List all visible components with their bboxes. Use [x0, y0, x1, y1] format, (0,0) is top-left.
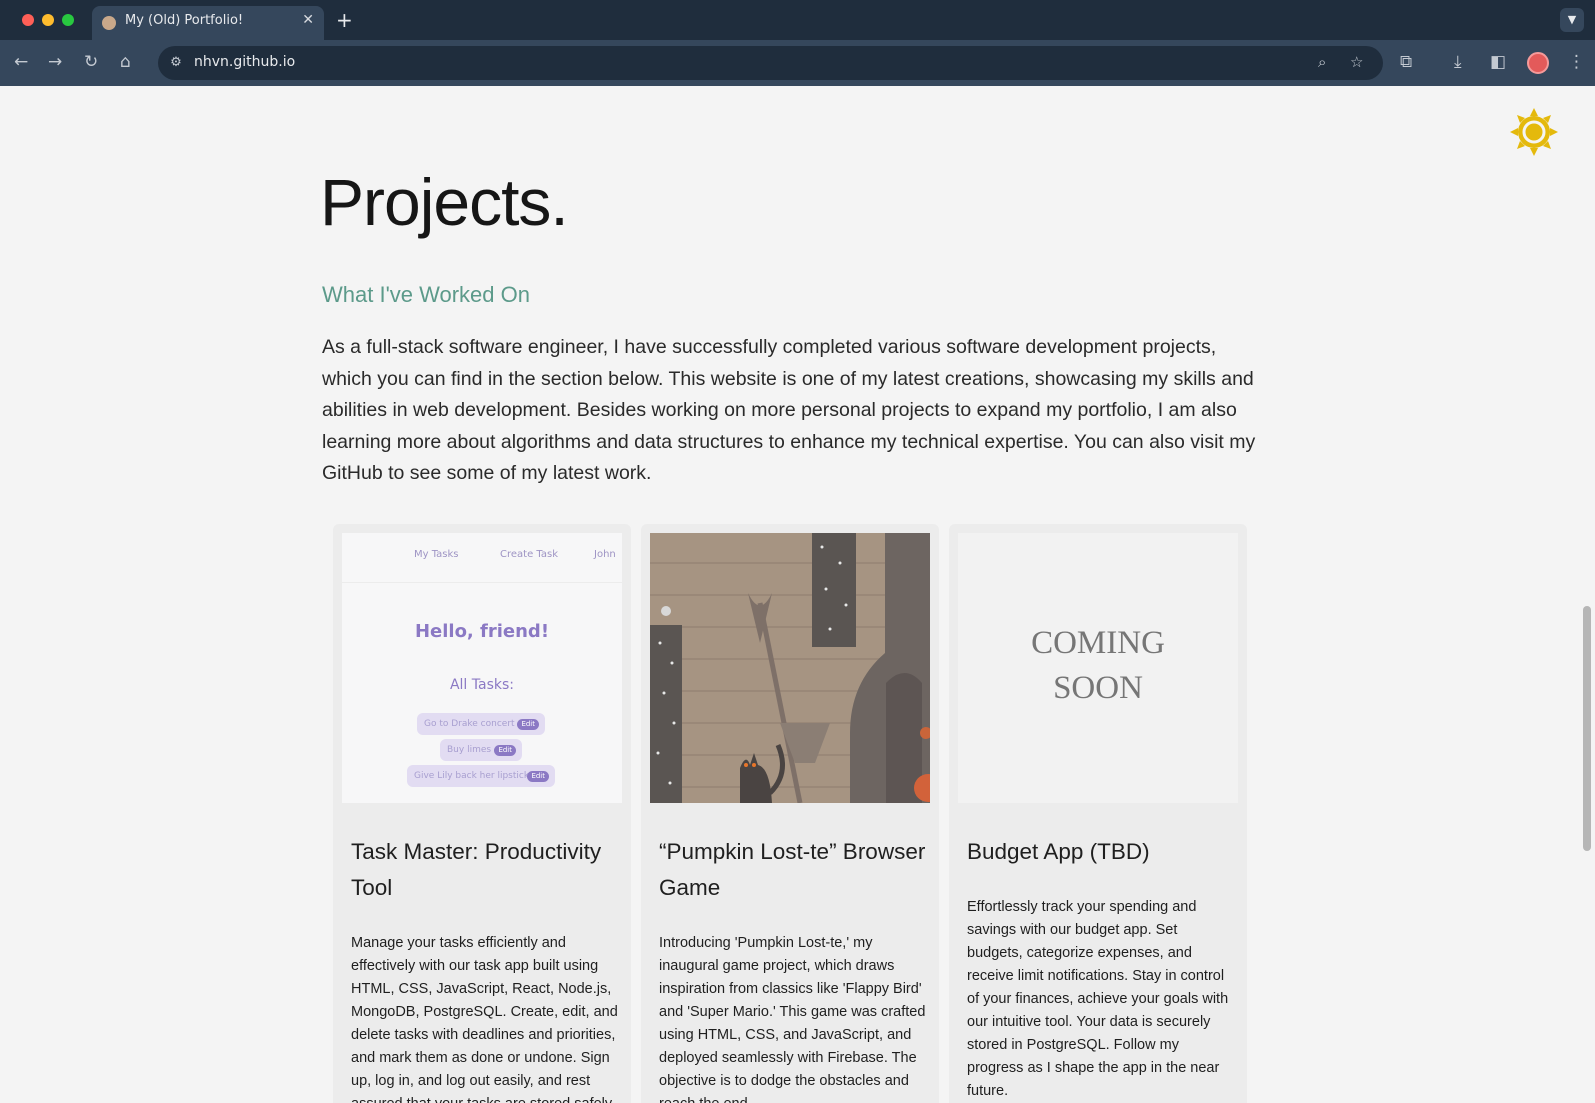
site-settings-icon[interactable]: ⚙ [166, 53, 186, 73]
forward-icon[interactable]: → [48, 52, 62, 72]
tab-title: My (Old) Portfolio! [125, 13, 244, 28]
close-window-button[interactable] [22, 14, 34, 26]
reload-icon[interactable]: ↻ [84, 52, 98, 72]
maximize-window-button[interactable] [62, 14, 74, 26]
download-icon[interactable]: ⤓ [1454, 52, 1462, 72]
project-description: Introducing 'Pumpkin Lost-te,' my inaugu… [659, 935, 926, 1103]
project-title: Task Master: Productivity Tool [351, 839, 602, 900]
preview-nav-item: Create Task [500, 549, 558, 560]
section-subtitle: What I've Worked On [322, 282, 530, 307]
back-icon[interactable]: ← [14, 52, 28, 72]
task-master-preview-image: My Tasks Create Task John Hello, friend!… [342, 533, 622, 803]
preview-edit-badge: Edit [527, 771, 549, 782]
theme-toggle-sun-icon[interactable] [1508, 106, 1560, 158]
tab-search-icon[interactable]: ▼ [1560, 8, 1584, 32]
close-tab-icon[interactable]: ✕ [302, 12, 314, 28]
project-title: “Pumpkin Lost-te” Browser Game [659, 839, 926, 900]
preview-task-item: Give Lily back her lipstick Edit [407, 765, 555, 787]
project-card-budget-app[interactable]: COMING SOON Budget App (TBD) Effortlessl… [949, 524, 1247, 1103]
favicon-icon [102, 16, 116, 30]
minimize-window-button[interactable] [42, 14, 54, 26]
home-icon[interactable]: ⌂ [120, 52, 131, 72]
side-panel-icon[interactable]: ◧ [1490, 52, 1506, 72]
more-menu-icon[interactable]: ⋮ [1568, 52, 1585, 72]
preview-nav-item: John [594, 549, 616, 560]
preview-nav-item: My Tasks [414, 549, 459, 560]
pumpkin-game-preview-image [650, 533, 930, 803]
project-title: Budget App (TBD) [967, 839, 1150, 864]
browser-titlebar: My (Old) Portfolio! ✕ + ▼ [0, 0, 1595, 40]
browser-tab[interactable]: My (Old) Portfolio! ✕ [92, 6, 324, 40]
page-viewport: Projects. What I've Worked On As a full-… [0, 86, 1595, 1103]
project-description: Effortlessly track your spending and sav… [967, 899, 1229, 1099]
extensions-icon[interactable]: ⧉ [1400, 52, 1412, 72]
preview-edit-badge: Edit [517, 719, 539, 730]
preview-task-item: Buy limes Edit [440, 739, 522, 761]
page-scrollbar[interactable] [1583, 606, 1591, 851]
address-bar[interactable]: ⚙ nhvn.github.io ⌕ ☆ [158, 46, 1383, 80]
preview-list-title: All Tasks: [449, 677, 515, 693]
page-title: Projects. [320, 165, 569, 239]
new-tab-icon[interactable]: + [336, 8, 353, 32]
preview-task-item: Go to Drake concert Edit [417, 713, 545, 735]
browser-toolbar: ← → ↻ ⌂ ⚙ nhvn.github.io ⌕ ☆ ⧉ ⤓ ◧ ⋮ [0, 40, 1595, 86]
project-card-pumpkin-lost-te[interactable]: “Pumpkin Lost-te” Browser Game Introduci… [641, 524, 939, 1103]
project-description: Manage your tasks efficiently and effect… [351, 935, 618, 1103]
profile-avatar[interactable] [1527, 52, 1549, 74]
intro-paragraph: As a full-stack software engineer, I hav… [322, 336, 1256, 484]
preview-greeting: Hello, friend! [414, 621, 550, 642]
url-text[interactable]: nhvn.github.io [194, 54, 295, 70]
bookmark-star-icon[interactable]: ☆ [1350, 53, 1363, 71]
coming-soon-preview-image: COMING SOON [958, 533, 1238, 803]
coming-soon-text: COMING SOON [1031, 625, 1165, 706]
preview-edit-badge: Edit [494, 745, 516, 756]
preview-nav: My Tasks Create Task John [342, 533, 622, 583]
project-card-task-master[interactable]: My Tasks Create Task John Hello, friend!… [333, 524, 631, 1103]
zoom-icon[interactable]: ⌕ [1318, 53, 1326, 71]
